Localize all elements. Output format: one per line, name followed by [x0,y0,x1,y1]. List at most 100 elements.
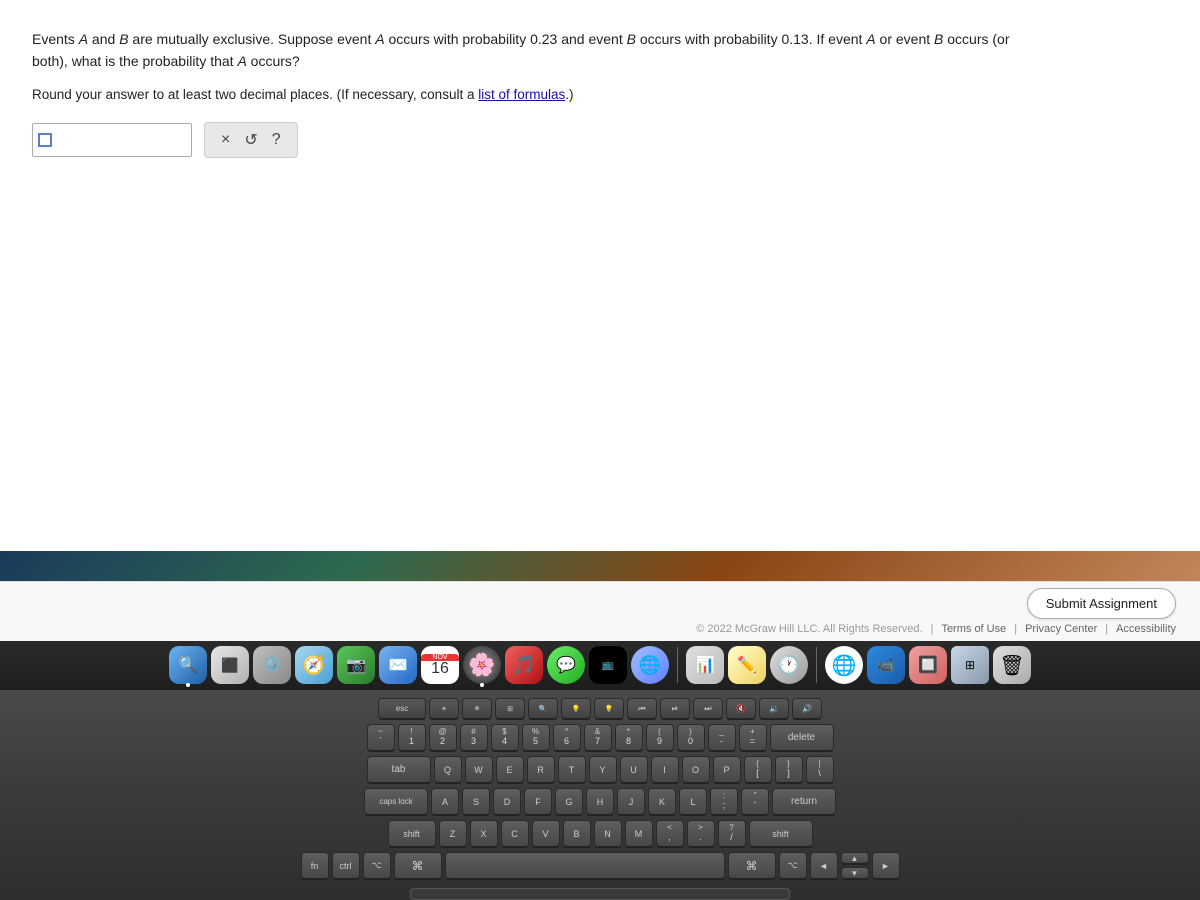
key-6[interactable]: ^6 [553,724,581,752]
dock-mail[interactable]: ✉️ [379,646,417,684]
key-k[interactable]: K [648,788,676,816]
key-2[interactable]: @2 [429,724,457,752]
dock-calendar[interactable]: NOV 16 [421,646,459,684]
dock-preview[interactable]: 🔲 [909,646,947,684]
dock-launchpad[interactable]: ⬛ [211,646,249,684]
key-f6[interactable]: 💡 [594,698,624,720]
dock-siri[interactable]: 🌐 [631,646,669,684]
key-quote[interactable]: "' [741,788,769,816]
key-j[interactable]: J [617,788,645,816]
key-d[interactable]: D [493,788,521,816]
key-equal[interactable]: += [739,724,767,752]
key-period[interactable]: >. [687,820,715,848]
dock-photos[interactable]: 🌸 [463,646,501,684]
key-arrow-down[interactable]: ▼ [841,867,869,880]
key-t[interactable]: T [558,756,586,784]
dock-messages[interactable]: 💬 [547,646,585,684]
key-caps[interactable]: caps lock [364,788,428,816]
dock-grid[interactable]: ⊞ [951,646,989,684]
accessibility-link[interactable]: Accessibility [1116,623,1176,635]
key-cmd-r[interactable]: ⌘ [728,852,776,880]
key-q[interactable]: Q [434,756,462,784]
dock-facetime[interactable]: 📷 [337,646,375,684]
key-5[interactable]: %5 [522,724,550,752]
key-f2[interactable]: ☀ [462,698,492,720]
dock-chrome[interactable]: 🌐 [825,646,863,684]
dock-trash[interactable]: 🗑 [993,646,1031,684]
key-ctrl[interactable]: ctrl [332,852,360,880]
dock-notes[interactable]: ✏️ [728,646,766,684]
key-n[interactable]: N [594,820,622,848]
terms-link[interactable]: Terms of Use [941,623,1006,635]
key-tilde[interactable]: ~` [367,724,395,752]
key-comma[interactable]: <, [656,820,684,848]
key-8[interactable]: *8 [615,724,643,752]
key-f11[interactable]: 🔉 [759,698,789,720]
key-arrow-up[interactable]: ▲ [841,852,869,865]
dock-zoom[interactable]: 📹 [867,646,905,684]
key-h[interactable]: H [586,788,614,816]
key-1[interactable]: !1 [398,724,426,752]
key-l[interactable]: L [679,788,707,816]
key-rbracket[interactable]: }] [775,756,803,784]
key-f4[interactable]: 🔍 [528,698,558,720]
privacy-link[interactable]: Privacy Center [1025,623,1097,635]
submit-assignment-button[interactable]: Submit Assignment [1027,588,1176,619]
dock-clock[interactable]: 🕐 [770,646,808,684]
key-shift-r[interactable]: shift [749,820,813,848]
dock-music[interactable]: 🎵 [505,646,543,684]
key-x[interactable]: X [470,820,498,848]
key-y[interactable]: Y [589,756,617,784]
key-i[interactable]: I [651,756,679,784]
key-cmd-l[interactable]: ⌘ [394,852,442,880]
undo-button[interactable]: ↺ [238,128,263,152]
close-button[interactable]: × [215,129,236,151]
key-m[interactable]: M [625,820,653,848]
key-opt-l[interactable]: ⌥ [363,852,391,880]
key-3[interactable]: #3 [460,724,488,752]
key-a[interactable]: A [431,788,459,816]
dock-chart[interactable]: 📊 [686,646,724,684]
key-v[interactable]: V [532,820,560,848]
key-minus[interactable]: _- [708,724,736,752]
key-f7[interactable]: ⏮ [627,698,657,720]
key-return[interactable]: return [772,788,836,816]
key-lbracket[interactable]: {[ [744,756,772,784]
key-f10[interactable]: 🔇 [726,698,756,720]
key-arrow-left[interactable]: ◄ [810,852,838,880]
dock-safari[interactable]: 🧭 [295,646,333,684]
key-c[interactable]: C [501,820,529,848]
key-s[interactable]: S [462,788,490,816]
key-f12[interactable]: 🔊 [792,698,822,720]
key-f1[interactable]: ☀ [429,698,459,720]
formulas-link[interactable]: list of formulas [478,87,565,102]
key-tab[interactable]: tab [367,756,431,784]
key-u[interactable]: U [620,756,648,784]
key-shift-l[interactable]: shift [388,820,436,848]
key-f[interactable]: F [524,788,552,816]
dock-finder[interactable]: 🔍 [169,646,207,684]
key-e[interactable]: E [496,756,524,784]
key-z[interactable]: Z [439,820,467,848]
key-p[interactable]: P [713,756,741,784]
key-w[interactable]: W [465,756,493,784]
key-g[interactable]: G [555,788,583,816]
key-9[interactable]: (9 [646,724,674,752]
key-o[interactable]: O [682,756,710,784]
key-f9[interactable]: ⏭ [693,698,723,720]
key-arrow-right[interactable]: ► [872,852,900,880]
key-esc[interactable]: esc [378,698,426,720]
key-slash[interactable]: ?/ [718,820,746,848]
key-backslash[interactable]: |\ [806,756,834,784]
dock-system-pref[interactable]: ⚙️ [253,646,291,684]
key-delete[interactable]: delete [770,724,834,752]
key-b[interactable]: B [563,820,591,848]
key-semicolon[interactable]: :; [710,788,738,816]
dock-appletv[interactable]: 📺 [589,646,627,684]
key-4[interactable]: $4 [491,724,519,752]
help-button[interactable]: ? [266,129,287,151]
answer-input[interactable] [32,123,192,157]
key-space[interactable] [445,852,725,880]
key-7[interactable]: &7 [584,724,612,752]
key-f3[interactable]: ⊞ [495,698,525,720]
